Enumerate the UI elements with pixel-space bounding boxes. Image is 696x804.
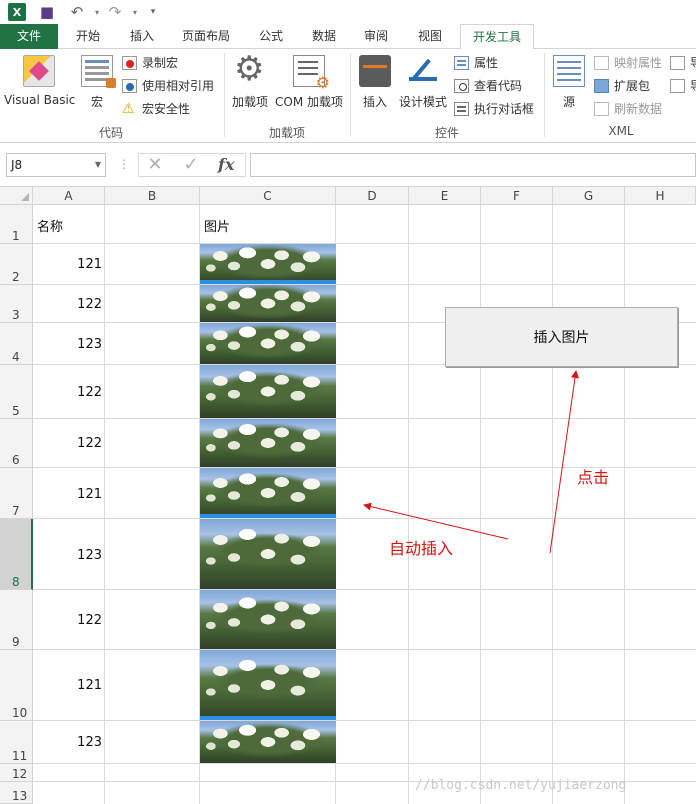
- insert-control-label: 插入: [362, 95, 387, 109]
- xml-source-label: 源: [562, 95, 575, 109]
- cancel-icon[interactable]: ✕: [142, 153, 168, 177]
- group-label-code: 代码: [98, 126, 123, 140]
- customize-qat-icon[interactable]: ▾: [144, 3, 162, 21]
- formula-input[interactable]: [250, 153, 696, 177]
- refresh-data-icon: [594, 102, 609, 116]
- formula-bar-grip-icon: ⋮: [118, 157, 130, 171]
- tab-file[interactable]: 文件: [0, 24, 58, 49]
- redo-dropdown-icon[interactable]: ▾: [126, 3, 144, 21]
- expansion-packs-label: 扩展包: [614, 79, 651, 93]
- record-macro-label: 录制宏: [142, 56, 179, 70]
- tab-insert[interactable]: 插入: [118, 24, 166, 49]
- tab-home[interactable]: 开始: [64, 24, 112, 49]
- com-addins-button[interactable]: COM 加载项: [274, 55, 344, 110]
- run-dialog-button[interactable]: 执行对话框: [454, 99, 534, 119]
- xml-source-button[interactable]: 源: [552, 55, 586, 110]
- formula-bar: J8 ▼ ⋮ ✕ ✓ fx: [0, 143, 696, 187]
- annotation-click: 点击: [577, 468, 610, 487]
- com-addins-icon: [293, 55, 330, 92]
- view-code-button[interactable]: 查看代码: [454, 76, 522, 96]
- addins-gear-icon: [234, 49, 266, 89]
- visual-basic-button[interactable]: Visual Basic: [4, 55, 76, 107]
- addins-label: 加载项: [231, 95, 268, 109]
- xml-source-icon: [553, 55, 585, 87]
- export-icon: [670, 79, 685, 93]
- tab-data[interactable]: 数据: [300, 24, 348, 49]
- refresh-data-button[interactable]: 刷新数据: [594, 99, 662, 119]
- tab-page-layout[interactable]: 页面布局: [172, 24, 240, 49]
- properties-button[interactable]: 属性: [454, 53, 498, 73]
- refresh-data-label: 刷新数据: [614, 102, 663, 116]
- expansion-packs-icon: [594, 79, 609, 93]
- click-arrow: [549, 370, 579, 554]
- save-icon[interactable]: ■: [38, 3, 56, 21]
- com-addins-label: COM 加载项: [275, 95, 343, 109]
- map-properties-label: 映射属性: [614, 56, 663, 70]
- properties-icon: [454, 56, 469, 70]
- excel-logo-icon: X: [8, 3, 26, 21]
- annotation-auto-insert: 自动插入: [389, 539, 454, 558]
- visual-basic-label: Visual Basic: [4, 93, 76, 107]
- insert-function-icon[interactable]: fx: [218, 153, 234, 177]
- import-icon: [670, 56, 685, 70]
- toolbox-icon: [359, 55, 391, 87]
- tab-developer[interactable]: 开发工具: [460, 24, 534, 50]
- record-macro-icon: [122, 56, 137, 70]
- design-mode-button[interactable]: 设计模式: [398, 55, 448, 110]
- view-code-icon: [454, 79, 469, 93]
- auto-insert-arrow: [363, 502, 509, 540]
- properties-label: 属性: [474, 56, 499, 70]
- record-macro-button[interactable]: 录制宏: [122, 53, 178, 73]
- tab-view[interactable]: 视图: [404, 24, 456, 49]
- ribbon-tabs: 文件 开始 插入 页面布局 公式 数据 审阅 视图 开发工具: [0, 24, 696, 50]
- macros-button[interactable]: 宏: [80, 55, 116, 110]
- macro-security-button[interactable]: 宏安全性: [122, 99, 190, 119]
- map-properties-button[interactable]: 映射属性: [594, 53, 662, 73]
- ribbon-developer: Visual Basic 宏 录制宏 使用相对引用 宏安全性 代码 加载项 CO…: [0, 49, 696, 143]
- redo-icon[interactable]: ↷: [106, 3, 124, 21]
- relative-references-icon: [122, 79, 137, 93]
- visual-basic-icon: [23, 55, 55, 87]
- insert-control-button[interactable]: 插入: [358, 55, 392, 110]
- group-separator: [544, 53, 545, 137]
- import-label: 导: [690, 56, 696, 70]
- name-box-value: J8: [11, 158, 23, 172]
- run-dialog-label: 执行对话框: [474, 102, 535, 116]
- macros-label: 宏: [90, 95, 103, 109]
- name-box[interactable]: J8 ▼: [6, 153, 106, 177]
- relative-references-label: 使用相对引用: [142, 79, 215, 93]
- watermark: //blog.csdn.net/yujiaerzong: [415, 778, 627, 793]
- view-code-label: 查看代码: [474, 79, 523, 93]
- enter-icon[interactable]: ✓: [178, 153, 204, 177]
- annotation-arrows: [363, 370, 579, 554]
- group-separator: [224, 53, 225, 137]
- worksheet-grid[interactable]: A B C D E F G H 1 2 3 4 5 6 7 8 9 10 11 …: [0, 187, 696, 804]
- export-label: 导: [690, 79, 696, 93]
- group-label-xml: XML: [608, 124, 634, 138]
- relative-references-button[interactable]: 使用相对引用: [122, 76, 214, 96]
- macro-security-label: 宏安全性: [142, 102, 191, 116]
- group-label-addins: 加载项: [268, 126, 305, 140]
- quick-access-toolbar: X ■ ↶ ▾ ↷ ▾ ▾: [0, 0, 696, 24]
- group-label-controls: 控件: [434, 126, 459, 140]
- group-separator: [350, 53, 351, 137]
- name-box-dropdown-icon[interactable]: ▼: [95, 154, 101, 176]
- addins-button[interactable]: 加载项: [230, 49, 270, 110]
- run-dialog-icon: [454, 102, 469, 116]
- map-properties-icon: [594, 56, 609, 70]
- design-mode-label: 设计模式: [398, 95, 447, 109]
- tab-review[interactable]: 审阅: [352, 24, 400, 49]
- design-mode-icon: [407, 55, 439, 87]
- tab-formulas[interactable]: 公式: [246, 24, 296, 49]
- undo-dropdown-icon[interactable]: ▾: [88, 3, 106, 21]
- macro-security-warning-icon: [122, 99, 137, 119]
- undo-icon[interactable]: ↶: [68, 3, 86, 21]
- macros-icon: [81, 55, 116, 88]
- export-button[interactable]: 导: [670, 76, 696, 96]
- expansion-packs-button[interactable]: 扩展包: [594, 76, 650, 96]
- import-button[interactable]: 导: [670, 53, 696, 73]
